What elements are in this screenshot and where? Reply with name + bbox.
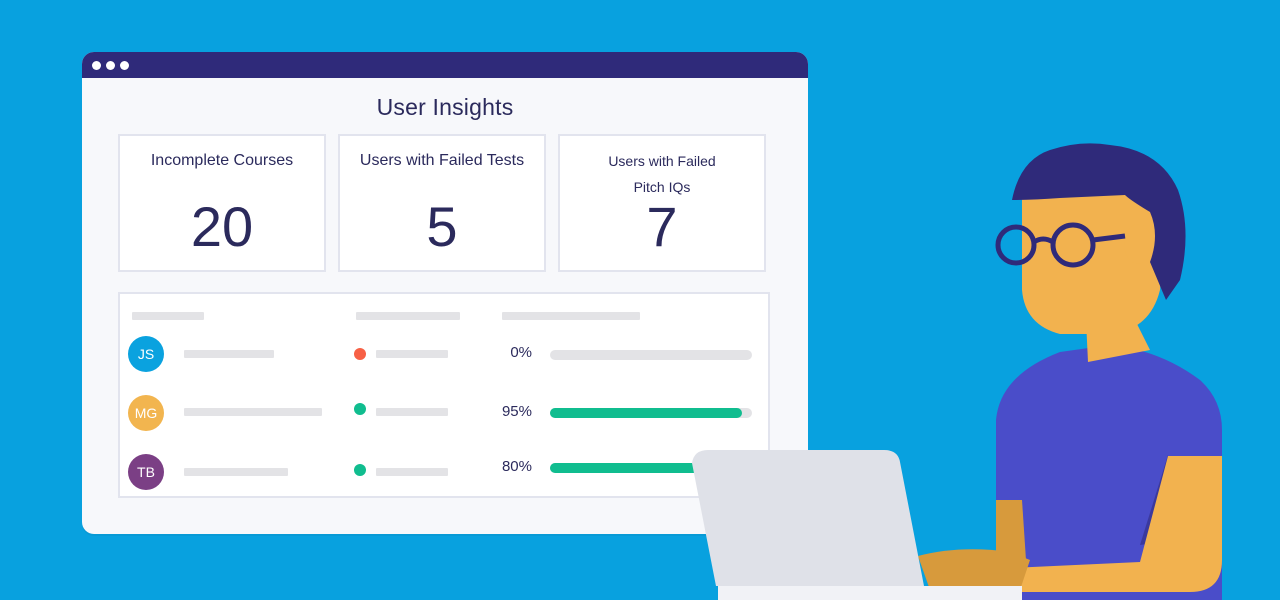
progress-percent: 0% — [510, 344, 532, 361]
stat-card-label: Incomplete Courses — [150, 152, 294, 169]
progress-percent: 95% — [501, 403, 532, 420]
status-dot-icon — [354, 464, 366, 476]
window-titlebar — [82, 52, 808, 78]
stat-card-value: 20 — [190, 195, 254, 258]
progress-percent: 80% — [501, 458, 532, 475]
avatar[interactable]: TB — [128, 454, 164, 490]
stat-card-failed-pitch-iqs[interactable]: Users with Failed Pitch IQs 7 — [558, 134, 766, 272]
column-header-placeholder — [502, 312, 640, 320]
status-dot-icon — [354, 403, 366, 415]
window-dot-icon[interactable] — [92, 61, 101, 70]
progress-bar — [550, 350, 752, 360]
stat-card-value: 7 — [646, 195, 678, 258]
column-header-placeholder — [132, 312, 204, 320]
progress-bar — [550, 408, 752, 418]
avatar[interactable]: JS — [128, 336, 164, 372]
progress-bar — [550, 463, 752, 473]
name-placeholder — [184, 468, 288, 476]
user-progress-table: JS 0% MG 95% TB 80% — [118, 292, 770, 498]
stat-card-label: Users with Failed Pitch IQs — [560, 148, 764, 200]
stat-card-label: Users with Failed Tests — [359, 152, 525, 169]
page-title: User Insights — [376, 94, 514, 120]
status-text-placeholder — [376, 350, 448, 358]
window-dot-icon[interactable] — [106, 61, 115, 70]
window-dot-icon[interactable] — [120, 61, 129, 70]
stat-card-label-line: Users with Failed — [608, 153, 716, 169]
app-window: User Insights Incomplete Courses 20 User… — [82, 52, 808, 534]
avatar[interactable]: MG — [128, 395, 164, 431]
stat-card-failed-tests[interactable]: Users with Failed Tests 5 — [338, 134, 546, 272]
status-text-placeholder — [376, 408, 448, 416]
column-header-placeholder — [356, 312, 460, 320]
stat-card-value: 5 — [426, 195, 458, 258]
name-placeholder — [184, 350, 274, 358]
status-text-placeholder — [376, 468, 448, 476]
status-dot-icon — [354, 348, 366, 360]
stat-card-incomplete-courses[interactable]: Incomplete Courses 20 — [118, 134, 326, 272]
progress-bar-fill — [550, 463, 712, 473]
name-placeholder — [184, 408, 322, 416]
progress-bar-fill — [550, 408, 742, 418]
